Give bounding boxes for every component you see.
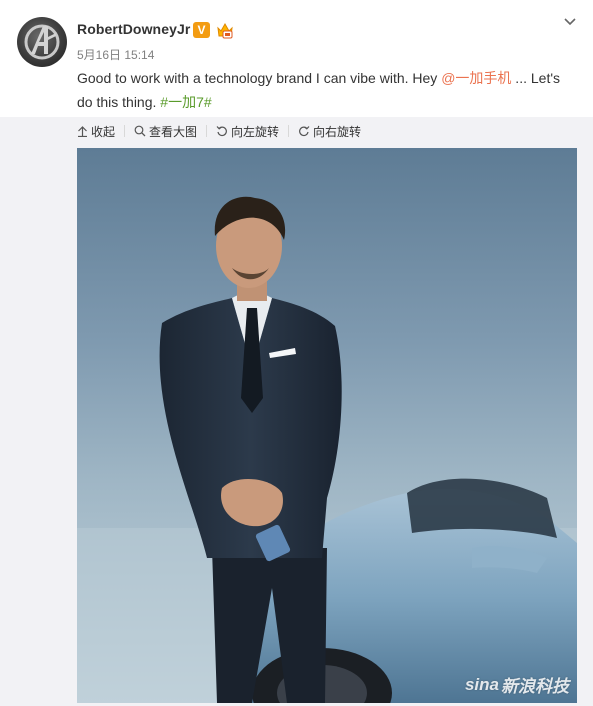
rotate-left-button[interactable]: 向左旋转	[216, 123, 279, 140]
hashtag-link[interactable]: #一加7#	[160, 94, 211, 110]
mention-link[interactable]: @一加手机	[441, 70, 511, 86]
collapse-label: 收起	[91, 124, 116, 139]
chevron-down-icon[interactable]	[562, 14, 578, 30]
verified-v-badge: V	[193, 22, 210, 38]
divider	[124, 125, 126, 137]
rotate-right-icon	[299, 126, 310, 137]
post-text: Good to work with a technology brand I c…	[77, 66, 577, 114]
divider	[206, 125, 208, 137]
avengers-logo-icon	[24, 24, 60, 60]
arrow-up-icon	[78, 125, 87, 137]
vip-crown-icon	[217, 22, 233, 39]
sina-watermark: sina 新浪科技	[465, 672, 569, 697]
avatar[interactable]	[17, 17, 67, 67]
rotate-left-icon	[216, 126, 227, 137]
weibo-post-card: RobertDowneyJr V 5月16日 15:14 Good to wor…	[0, 0, 593, 706]
view-large-label: 查看大图	[149, 124, 198, 139]
rotate-right-button[interactable]: 向右旋转	[298, 123, 361, 140]
view-large-button[interactable]: 查看大图	[134, 123, 197, 140]
post-timestamp[interactable]: 5月16日 15:14	[77, 46, 154, 63]
collapse-button[interactable]: 收起	[77, 123, 115, 140]
rotate-left-label: 向左旋转	[231, 124, 280, 139]
username[interactable]: RobertDowneyJr	[77, 21, 190, 37]
post-text-part1: Good to work with a technology brand I c…	[77, 70, 442, 86]
photo-illustration	[77, 196, 577, 703]
sina-logo: sina	[464, 674, 499, 694]
rotate-right-label: 向右旋转	[313, 124, 362, 139]
magnifier-icon	[134, 125, 146, 137]
watermark-text: 新浪科技	[501, 677, 569, 696]
image-toolbar: 收起 查看大图 向左旋转 向右旋转	[77, 122, 361, 140]
post-photo[interactable]: sina 新浪科技	[77, 148, 577, 703]
divider	[288, 125, 290, 137]
